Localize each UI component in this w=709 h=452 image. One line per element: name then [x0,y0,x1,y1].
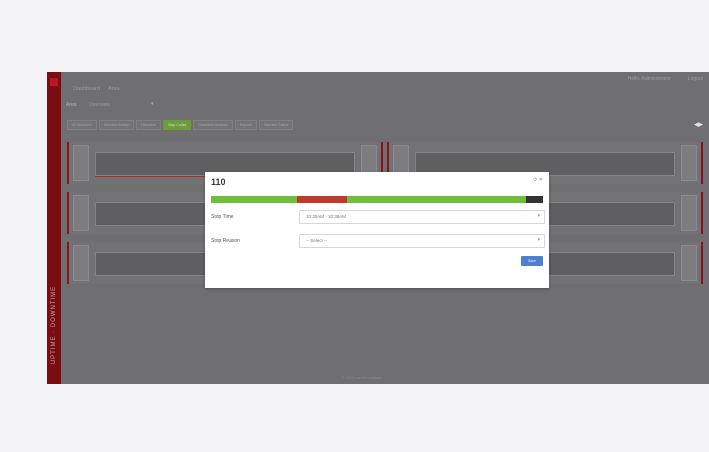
stop-reason-select[interactable]: -- Select -- ▾ [299,234,545,248]
nav-dashboard[interactable]: Dashboard [73,86,100,92]
stop-reason-placeholder: -- Select -- [306,238,328,243]
chevron-down-icon: ▾ [537,213,540,219]
stop-reason-label: Stop Reason [211,238,240,244]
stop-timeline [211,196,543,203]
timeline-running-segment [211,196,298,203]
timeline-running-segment [347,196,527,203]
refresh-icon[interactable]: ⟳ [533,177,537,183]
save-button[interactable]: Save [521,256,543,266]
footer-text: © 2021 Line Surveillance [342,376,381,380]
arrows-icon[interactable]: ◂▸ [694,119,703,130]
tab-reports[interactable]: Reports [234,120,258,130]
machine-side-box [681,195,697,231]
chevron-down-icon: ▾ [537,237,540,243]
logout-link[interactable]: Logout [688,76,703,82]
left-rail: UPTIME · DOWNTIME [47,72,61,384]
tab-stop-codes[interactable]: Stop Codes [163,120,192,130]
user-greeting[interactable]: Hello, Administrator [628,76,671,82]
tab-downtime-analysis[interactable]: Downtime Analysis [193,120,233,130]
machine-side-box [681,145,697,181]
stop-time-value: 10:30AM - 10:38AM [306,214,347,219]
modal-title: 110 [211,177,226,187]
tab-bar: All Machines Machine Activity Utilizatio… [67,120,294,130]
close-icon[interactable]: ✕ [539,177,543,183]
machine-id-box [73,145,89,181]
machine-id-box [73,195,89,231]
filter-select[interactable]: Overview [89,102,110,108]
machine-side-box [681,245,697,281]
tab-machine-status[interactable]: Machine Status [259,120,294,130]
logo-icon [50,78,58,86]
tab-machine-activity[interactable]: Machine Activity [98,120,134,130]
tab-utilization[interactable]: Utilization [135,120,162,130]
tab-all-machines[interactable]: All Machines [67,120,97,130]
rail-label: UPTIME · DOWNTIME [51,285,57,365]
stop-reason-modal: 110 ⟳ ✕ Stop Time 10:30AM - 10:38AM ▾ St… [205,172,549,288]
chevron-down-icon[interactable]: ▾ [151,101,154,107]
modal-controls: ⟳ ✕ [533,177,543,183]
timeline-offline-segment [526,196,543,203]
filter-label: Area [66,102,77,108]
timeline-stopped-segment[interactable] [297,196,348,203]
stop-time-select[interactable]: 10:30AM - 10:38AM ▾ [299,210,545,224]
machine-id-box [73,245,89,281]
nav-area[interactable]: Area [108,86,120,92]
stop-time-label: Stop Time [211,214,234,220]
